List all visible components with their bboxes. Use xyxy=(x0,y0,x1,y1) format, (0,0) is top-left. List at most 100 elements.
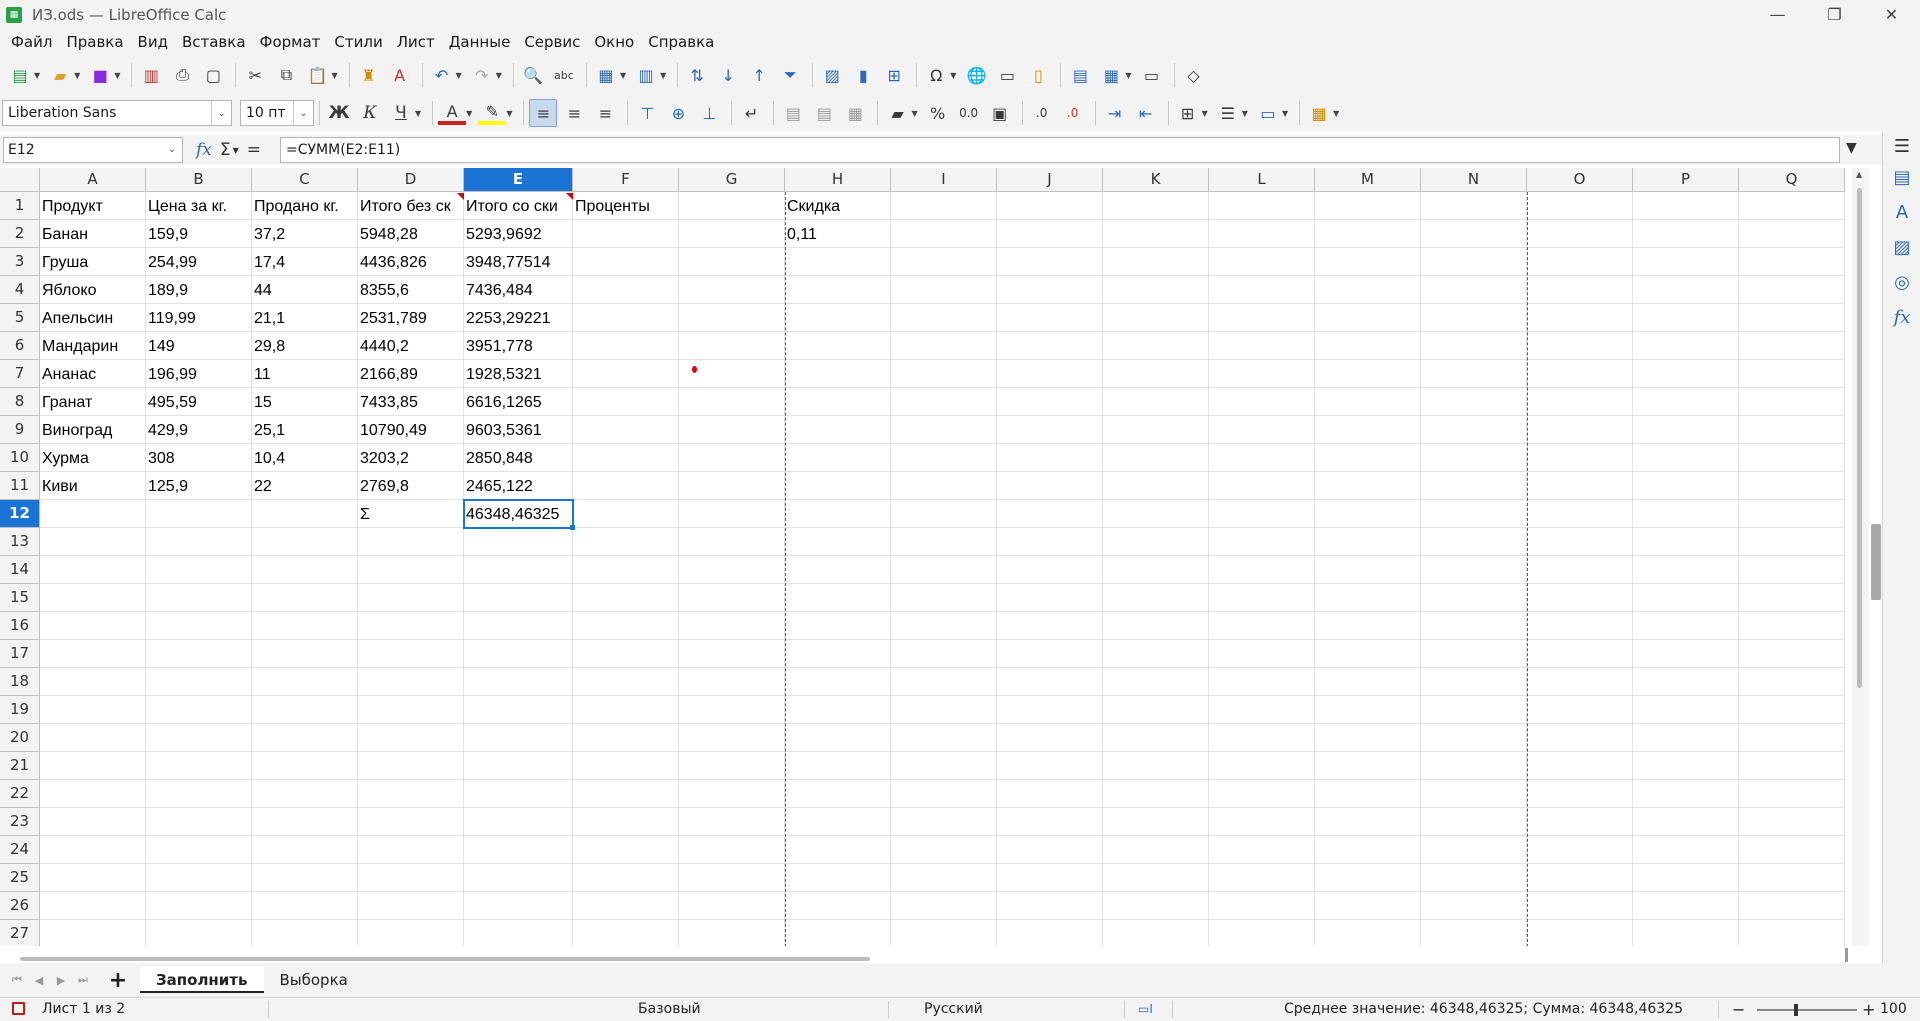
cell-d6[interactable]: 4440,2 xyxy=(358,332,464,360)
cell-k6[interactable] xyxy=(1103,332,1209,360)
insert-chart-icon[interactable]: ▮ xyxy=(849,61,877,89)
menu-item[interactable]: Вставка xyxy=(175,29,253,56)
cell-j18[interactable] xyxy=(997,668,1103,696)
cell-d13[interactable] xyxy=(358,528,464,556)
cell-l9[interactable] xyxy=(1209,416,1315,444)
cell-q24[interactable] xyxy=(1739,836,1845,864)
cell-d26[interactable] xyxy=(358,892,464,920)
document-modified-icon[interactable] xyxy=(12,1002,25,1015)
cell-e27[interactable] xyxy=(464,920,573,946)
cell-g11[interactable] xyxy=(679,472,785,500)
gallery-icon[interactable]: ▨ xyxy=(1883,230,1920,265)
cell-o1[interactable] xyxy=(1527,192,1633,220)
column-header-c[interactable]: C xyxy=(252,168,358,192)
cell-b27[interactable] xyxy=(146,920,252,946)
expand-formula-bar-icon[interactable]: ▼ xyxy=(1846,140,1857,156)
cell-a13[interactable] xyxy=(40,528,146,556)
cell-c1[interactable]: Продано кг. xyxy=(252,192,358,220)
cell-g14[interactable] xyxy=(679,556,785,584)
cell-e14[interactable] xyxy=(464,556,573,584)
cell-q6[interactable] xyxy=(1739,332,1845,360)
cell-d7[interactable]: 2166,89 xyxy=(358,360,464,388)
export-pdf-icon[interactable]: ▥ xyxy=(137,61,165,89)
cell-f23[interactable] xyxy=(573,808,679,836)
cell-p16[interactable] xyxy=(1633,612,1739,640)
row-header-13[interactable]: 13 xyxy=(0,528,40,556)
navigator-icon[interactable]: ◎ xyxy=(1883,265,1920,300)
cell-j13[interactable] xyxy=(997,528,1103,556)
name-box[interactable]: E12 ⌄ xyxy=(3,137,183,163)
zoom-level[interactable]: 100 % xyxy=(1880,998,1920,1021)
column-header-j[interactable]: J xyxy=(997,168,1103,192)
cell-l11[interactable] xyxy=(1209,472,1315,500)
cell-n21[interactable] xyxy=(1421,752,1527,780)
cell-c23[interactable] xyxy=(252,808,358,836)
cell-a1[interactable]: Продукт xyxy=(40,192,146,220)
cell-i8[interactable] xyxy=(891,388,997,416)
page-style[interactable]: Базовый xyxy=(638,998,701,1021)
row-header-12[interactable]: 12 xyxy=(0,500,40,528)
cell-i15[interactable] xyxy=(891,584,997,612)
align-left-icon[interactable]: ≡ xyxy=(529,99,558,127)
cell-h5[interactable] xyxy=(785,304,891,332)
cell-f22[interactable] xyxy=(573,780,679,808)
cell-m14[interactable] xyxy=(1315,556,1421,584)
row-header-16[interactable]: 16 xyxy=(0,612,40,640)
cell-d8[interactable]: 7433,85 xyxy=(358,388,464,416)
cell-g18[interactable] xyxy=(679,668,785,696)
merge-cells-icon[interactable]: ▤ xyxy=(810,99,838,127)
cell-n9[interactable] xyxy=(1421,416,1527,444)
cell-n26[interactable] xyxy=(1421,892,1527,920)
menu-item[interactable]: Файл xyxy=(4,29,59,56)
cell-j6[interactable] xyxy=(997,332,1103,360)
column-dropdown-icon[interactable]: ▼ xyxy=(660,71,666,80)
cell-p4[interactable] xyxy=(1633,276,1739,304)
cell-i6[interactable] xyxy=(891,332,997,360)
cell-j15[interactable] xyxy=(997,584,1103,612)
cell-f2[interactable] xyxy=(573,220,679,248)
cell-c20[interactable] xyxy=(252,724,358,752)
cell-g26[interactable] xyxy=(679,892,785,920)
cell-i1[interactable] xyxy=(891,192,997,220)
add-decimal-icon[interactable]: .0 xyxy=(1028,99,1056,127)
redo-icon[interactable]: ↷ xyxy=(468,61,496,89)
cell-l3[interactable] xyxy=(1209,248,1315,276)
cell-l18[interactable] xyxy=(1209,668,1315,696)
cell-o26[interactable] xyxy=(1527,892,1633,920)
cell-o11[interactable] xyxy=(1527,472,1633,500)
print-preview-icon[interactable]: ▢ xyxy=(199,61,227,89)
undo-dropdown-icon[interactable]: ▼ xyxy=(456,71,462,80)
cell-j7[interactable] xyxy=(997,360,1103,388)
cell-h9[interactable] xyxy=(785,416,891,444)
cell-q10[interactable] xyxy=(1739,444,1845,472)
cell-j26[interactable] xyxy=(997,892,1103,920)
cell-c8[interactable]: 15 xyxy=(252,388,358,416)
cell-j1[interactable] xyxy=(997,192,1103,220)
cell-m24[interactable] xyxy=(1315,836,1421,864)
cell-q1[interactable] xyxy=(1739,192,1845,220)
cell-a17[interactable] xyxy=(40,640,146,668)
cell-q26[interactable] xyxy=(1739,892,1845,920)
sheet-tab-zapolnit[interactable]: Заполнить xyxy=(140,967,264,993)
cell-d18[interactable] xyxy=(358,668,464,696)
functions-icon[interactable]: fx xyxy=(1883,300,1920,335)
cell-f12[interactable] xyxy=(573,500,679,528)
cell-j4[interactable] xyxy=(997,276,1103,304)
cell-n1[interactable] xyxy=(1421,192,1527,220)
cell-f13[interactable] xyxy=(573,528,679,556)
menu-item[interactable]: Лист xyxy=(390,29,442,56)
cell-n8[interactable] xyxy=(1421,388,1527,416)
cell-m7[interactable] xyxy=(1315,360,1421,388)
cell-b15[interactable] xyxy=(146,584,252,612)
save-dropdown-icon[interactable]: ▼ xyxy=(114,71,120,80)
define-print-area-icon[interactable]: ▤ xyxy=(1066,61,1094,89)
cell-e13[interactable] xyxy=(464,528,573,556)
conditional-format-icon[interactable]: ▦ xyxy=(1305,99,1333,127)
cell-o12[interactable] xyxy=(1527,500,1633,528)
cell-f11[interactable] xyxy=(573,472,679,500)
cell-i14[interactable] xyxy=(891,556,997,584)
cell-i19[interactable] xyxy=(891,696,997,724)
cell-p9[interactable] xyxy=(1633,416,1739,444)
freeze-rows-columns-icon[interactable]: ▦ xyxy=(1097,61,1125,89)
find-replace-icon[interactable]: 🔍 xyxy=(519,61,547,89)
